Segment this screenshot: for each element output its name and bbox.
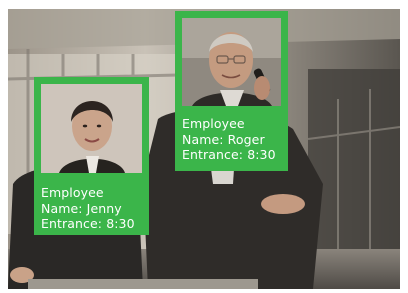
card-entrance: Entrance: 8:30: [41, 216, 135, 231]
card-entrance: Entrance: 8:30: [182, 147, 276, 162]
jenny-face: [41, 84, 142, 173]
card-name: Name: Jenny: [41, 200, 122, 216]
employee-card-roger: Employee Name: Roger Entrance: 8:30: [175, 11, 288, 171]
card-title: Employee: [182, 116, 245, 131]
card-title: Employee: [41, 185, 104, 200]
face-window: [41, 84, 142, 173]
photo-frame: Employee Name: Jenny Entrance: 8:30 Empl…: [8, 9, 400, 289]
card-name: Name: Roger: [182, 131, 265, 147]
roger-face: [182, 18, 281, 106]
face-window: [182, 18, 281, 106]
employee-card-jenny: Employee Name: Jenny Entrance: 8:30: [34, 77, 149, 235]
